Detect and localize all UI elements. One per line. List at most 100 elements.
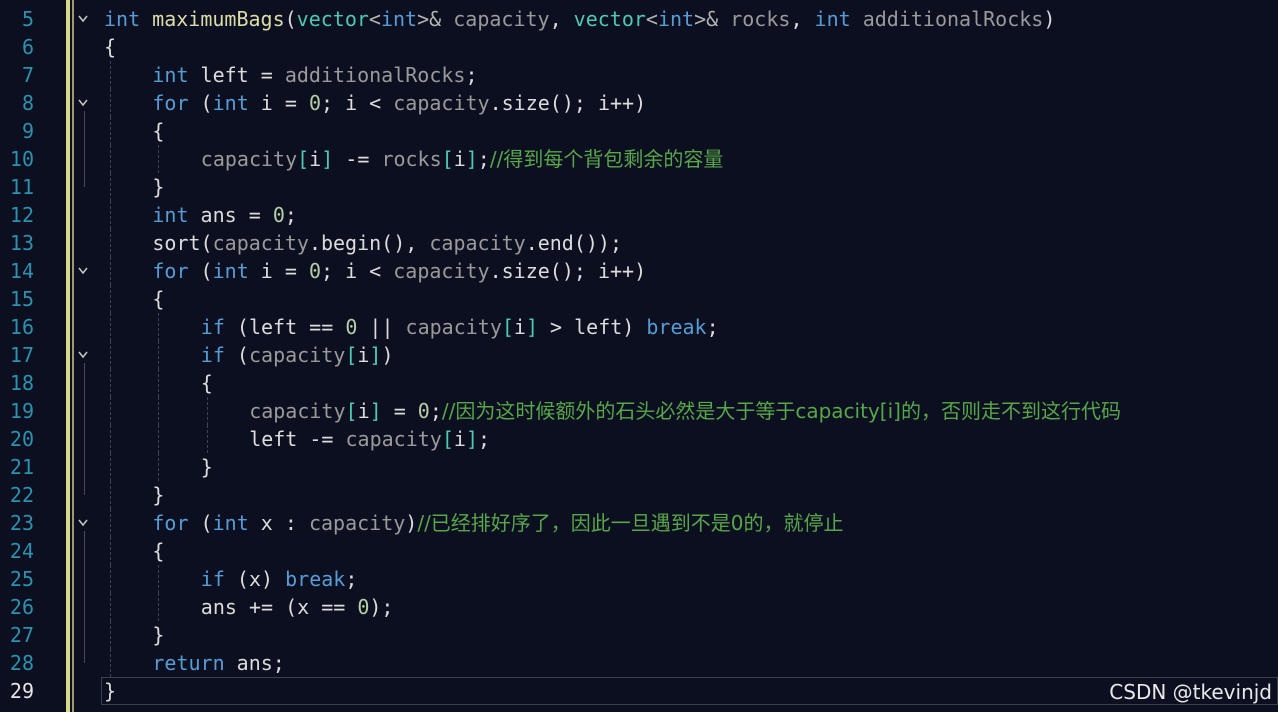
code-token: if	[200, 567, 225, 591]
code-token: i =	[248, 259, 309, 283]
code-line[interactable]: 14 for (int i = 0; i < capacity.size(); i…	[0, 257, 1278, 285]
code-token: ]	[369, 343, 382, 367]
indent-guide	[206, 397, 208, 425]
code-token: ;	[284, 203, 297, 227]
code-token: sort(	[152, 231, 213, 255]
code-token: ;	[465, 63, 478, 87]
code-token: i	[453, 147, 466, 171]
code-token: i	[357, 343, 370, 367]
code-token: if	[200, 343, 225, 367]
chevron-down-icon[interactable]	[76, 5, 90, 33]
code-text: ans += (x == 0);	[201, 593, 394, 621]
code-text: }	[152, 481, 164, 509]
chevron-down-icon[interactable]	[76, 89, 90, 117]
code-line[interactable]: 29}	[0, 677, 1278, 705]
code-line[interactable]: 17 if (capacity[i])	[0, 341, 1278, 369]
code-token: .size(); i++)	[489, 259, 647, 283]
code-token: )	[1043, 7, 1056, 31]
code-token: ans =	[188, 203, 273, 227]
line-number: 29	[9, 679, 34, 703]
indent-guide	[158, 593, 160, 621]
code-line[interactable]: 10 capacity[i] -= rocks[i];//得到每个背包剩余的容量	[0, 145, 1278, 173]
indent-guide	[110, 61, 111, 89]
code-line[interactable]: 5 int maximumBags(vector<int>& capacity, …	[0, 5, 1278, 33]
indent-guide	[110, 425, 111, 453]
code-line[interactable]: 26 ans += (x == 0);	[0, 593, 1278, 621]
code-token: break	[646, 315, 707, 339]
chevron-down-icon[interactable]	[76, 509, 90, 537]
code-token: > left)	[538, 315, 647, 339]
code-editor[interactable]: 5 int maximumBags(vector<int>& capacity, …	[0, 0, 1278, 712]
code-text: }	[152, 621, 164, 649]
code-token: 0	[308, 259, 321, 283]
code-token: <	[368, 7, 381, 31]
code-line[interactable]: 20 left -= capacity[i];	[0, 425, 1278, 453]
code-line[interactable]: 13 sort(capacity.begin(), capacity.end())…	[0, 229, 1278, 257]
code-line[interactable]: 23 for (int x : capacity)//已经排好序了，因此一旦遇到不…	[0, 509, 1278, 537]
code-line[interactable]: 28 return ans;	[0, 649, 1278, 677]
code-token: vector	[573, 7, 646, 31]
code-line[interactable]: 18 {	[0, 369, 1278, 397]
indent-guide	[110, 313, 111, 341]
code-line[interactable]: 16 if (left == 0 || capacity[i] > left) b…	[0, 313, 1278, 341]
indent-guide	[158, 565, 160, 593]
code-line[interactable]: 25 if (x) break;	[0, 565, 1278, 593]
chevron-down-icon[interactable]	[76, 341, 90, 369]
line-number: 19	[9, 399, 34, 423]
code-line[interactable]: 19 capacity[i] = 0;//因为这时候额外的石头必然是大于等于cap…	[0, 397, 1278, 425]
code-token: ; i <	[321, 259, 394, 283]
code-text: {	[152, 537, 164, 565]
indent-guide	[110, 481, 111, 509]
code-line[interactable]: 24 {	[0, 537, 1278, 565]
line-number: 12	[9, 203, 34, 227]
code-line[interactable]: 12 int ans = 0;	[0, 201, 1278, 229]
indent-guide	[110, 285, 111, 313]
code-token: x :	[248, 511, 309, 535]
indent-guide	[110, 89, 111, 117]
code-token: ; i <	[321, 91, 394, 115]
line-number: 5	[21, 7, 34, 31]
line-number: 16	[9, 315, 34, 339]
code-token: for	[152, 91, 189, 115]
code-token: -=	[333, 147, 382, 171]
line-number: 14	[9, 259, 34, 283]
code-token: int	[380, 7, 418, 31]
indent-guide	[110, 341, 111, 369]
indent-guide	[158, 425, 160, 453]
code-text: if (left == 0 || capacity[i] > left) bre…	[201, 313, 719, 341]
code-token: }	[152, 483, 165, 507]
code-token: additionalRocks	[862, 7, 1044, 31]
code-token: left =	[188, 63, 285, 87]
code-token: ans += (x ==	[200, 595, 358, 619]
code-text: {	[104, 33, 116, 61]
code-token: [	[345, 343, 358, 367]
line-number: 25	[9, 567, 34, 591]
code-text: {	[201, 369, 213, 397]
fold-range-line	[84, 531, 85, 663]
code-line[interactable]: 22}	[0, 481, 1278, 509]
code-token: ;	[477, 147, 490, 171]
code-line[interactable]: 9{	[0, 117, 1278, 145]
line-number: 7	[21, 63, 34, 87]
line-number: 18	[9, 371, 34, 395]
code-line[interactable]: 8 for (int i = 0; i < capacity.size(); i+…	[0, 89, 1278, 117]
code-text: if (capacity[i])	[201, 341, 394, 369]
code-token: capacity	[393, 259, 490, 283]
code-line[interactable]: 15 {	[0, 285, 1278, 313]
code-token: .size(); i++)	[489, 91, 647, 115]
line-number: 6	[21, 35, 34, 59]
code-token: break	[285, 567, 346, 591]
code-token: {	[104, 35, 117, 59]
code-line[interactable]: 11}	[0, 173, 1278, 201]
code-line[interactable]: 7 int left = additionalRocks;	[0, 61, 1278, 89]
code-line[interactable]: 6{	[0, 33, 1278, 61]
code-token: (	[188, 259, 213, 283]
indent-guide	[110, 593, 111, 621]
code-text: if (x) break;	[201, 565, 358, 593]
code-text: int ans = 0;	[152, 201, 297, 229]
chevron-down-icon[interactable]	[76, 257, 90, 285]
code-token: ]	[465, 147, 478, 171]
code-line[interactable]: 27}	[0, 621, 1278, 649]
code-line[interactable]: 21}	[0, 453, 1278, 481]
